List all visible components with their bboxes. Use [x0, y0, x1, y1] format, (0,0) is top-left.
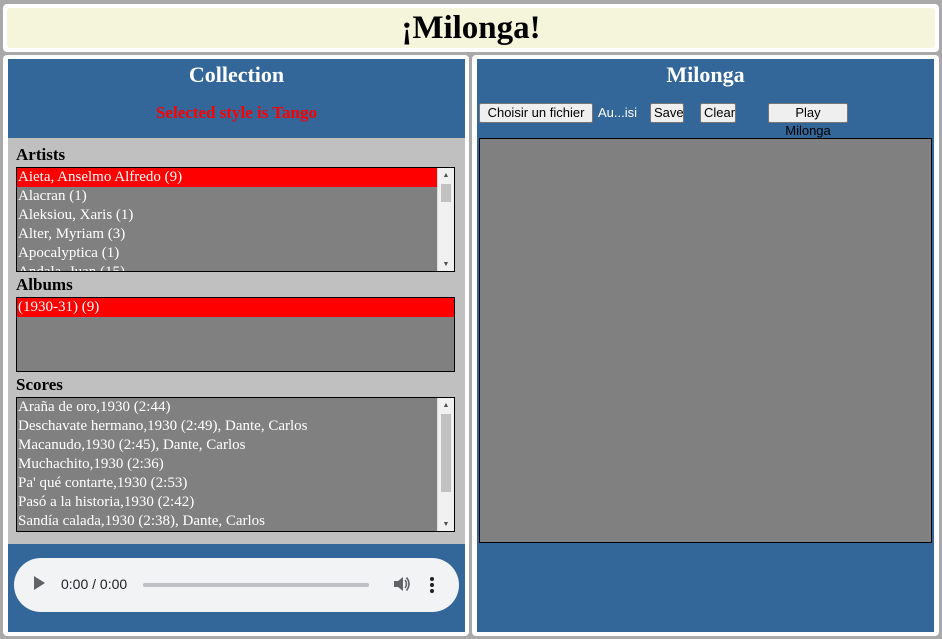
score-item[interactable]: Macanudo,1930 (2:45), Dante, Carlos [17, 436, 437, 455]
albums-items: (1930-31) (9) [17, 298, 454, 371]
scores-label: Scores [16, 375, 63, 394]
artist-item[interactable]: Alter, Myriam (3) [17, 225, 437, 244]
collection-frame: Collection Selected style is Tango Artis… [3, 55, 469, 636]
score-item[interactable]: Pa' qué contarte,1930 (2:53) [17, 474, 437, 493]
collection-title: Collection [188, 62, 285, 87]
albums-listbox[interactable]: (1930-31) (9) [16, 297, 455, 372]
selected-style-notice: Selected style is Tango [155, 103, 318, 122]
scores-scrollbar[interactable]: ▲ ▼ [437, 398, 454, 531]
seek-bar[interactable] [143, 583, 369, 587]
artists-scrollbar[interactable]: ▲ ▼ [437, 168, 454, 271]
save-button[interactable]: Save [650, 103, 684, 123]
artist-item[interactable]: Aleksiou, Xaris (1) [17, 206, 437, 225]
artists-label: Artists [16, 145, 66, 164]
header-frame: ¡Milonga! [3, 4, 939, 52]
scroll-up-icon[interactable]: ▲ [438, 168, 454, 182]
artist-item[interactable]: Alacran (1) [17, 187, 437, 206]
scores-scroll-thumb[interactable] [441, 414, 451, 492]
choose-file-button[interactable]: Choisir un fichier [479, 103, 593, 123]
artist-item[interactable]: Andala, Juan (15) [17, 263, 437, 271]
score-item[interactable]: Deschavate hermano,1930 (2:49), Dante, C… [17, 417, 437, 436]
milonga-toolbar: Choisir un fichier Au...isi Save Clear P… [477, 103, 934, 138]
scroll-down-icon[interactable]: ▼ [438, 257, 454, 271]
score-item[interactable]: Sandía calada,1930 (2:38), Dante, Carlos [17, 512, 437, 531]
audio-player: 0:00 / 0:00 [14, 558, 459, 612]
artist-item[interactable]: Aieta, Anselmo Alfredo (9) [17, 168, 437, 187]
volume-icon[interactable] [391, 574, 411, 594]
more-options-icon[interactable] [426, 574, 438, 596]
milonga-frame: Milonga Choisir un fichier Au...isi Save… [472, 55, 939, 636]
clear-button[interactable]: Clear [700, 103, 736, 123]
albums-label: Albums [16, 275, 73, 294]
time-display: 0:00 / 0:00 [61, 576, 128, 592]
milonga-title: Milonga [666, 62, 745, 87]
album-item[interactable]: (1930-31) (9) [17, 298, 454, 317]
scores-listbox[interactable]: Araña de oro,1930 (2:44) Deschavate herm… [16, 397, 455, 532]
milonga-playlist-area[interactable] [479, 138, 932, 543]
artists-scroll-thumb[interactable] [441, 184, 451, 202]
scroll-up-icon[interactable]: ▲ [438, 398, 454, 412]
scroll-down-icon[interactable]: ▼ [438, 517, 454, 531]
file-name-label: Au...isi [598, 105, 638, 120]
collection-lists-area: Artists Aieta, Anselmo Alfredo (9) Alacr… [8, 138, 465, 544]
scores-items: Araña de oro,1930 (2:44) Deschavate herm… [17, 398, 437, 531]
artist-item[interactable]: Apocalyptica (1) [17, 244, 437, 263]
milonga-panel: Milonga Choisir un fichier Au...isi Save… [477, 59, 934, 632]
play-icon[interactable] [34, 576, 45, 590]
score-item[interactable]: Araña de oro,1930 (2:44) [17, 398, 437, 417]
score-item[interactable]: Pasó a la historia,1930 (2:42) [17, 493, 437, 512]
artists-items: Aieta, Anselmo Alfredo (9) Alacran (1) A… [17, 168, 437, 271]
app-title: ¡Milonga! [7, 8, 935, 48]
artists-listbox[interactable]: Aieta, Anselmo Alfredo (9) Alacran (1) A… [16, 167, 455, 272]
collection-panel: Collection Selected style is Tango Artis… [8, 59, 465, 632]
score-item[interactable]: Muchachito,1930 (2:36) [17, 455, 437, 474]
play-milonga-button[interactable]: Play Milonga [768, 103, 848, 138]
